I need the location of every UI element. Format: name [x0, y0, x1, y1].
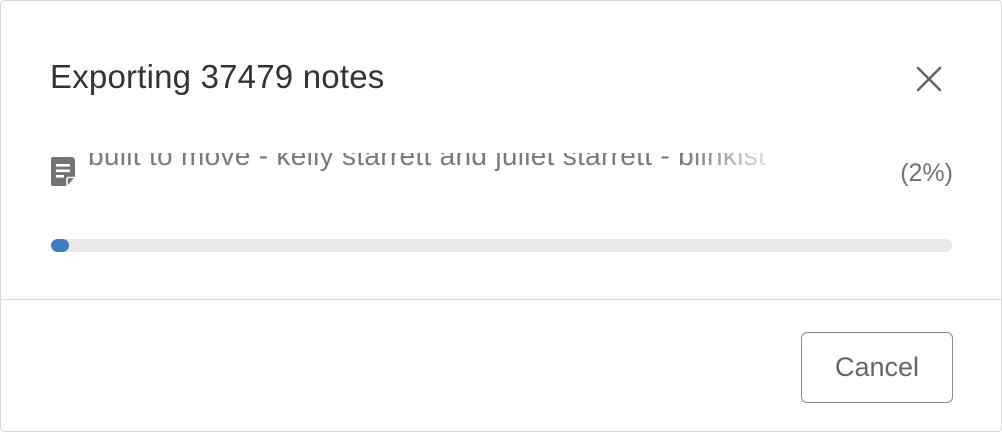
export-status-row: built to move - kelly starrett and julie…	[50, 153, 953, 191]
current-note-name: built to move - kelly starrett and julie…	[88, 153, 767, 171]
current-note-name-clip: built to move - kelly starrett and julie…	[88, 153, 794, 191]
progress-percent: (2%)	[900, 159, 953, 187]
note-name-fade	[688, 153, 794, 191]
progress-bar	[51, 239, 952, 252]
dialog-title: Exporting 37479 notes	[50, 58, 385, 95]
progress-bar-fill	[51, 239, 70, 252]
close-icon	[916, 66, 942, 92]
close-button[interactable]	[907, 57, 951, 101]
footer-divider	[1, 299, 1001, 300]
cancel-button[interactable]: Cancel	[801, 332, 953, 403]
export-dialog: Exporting 37479 notes built to move - ke…	[0, 0, 1002, 432]
note-document-icon	[50, 156, 78, 188]
